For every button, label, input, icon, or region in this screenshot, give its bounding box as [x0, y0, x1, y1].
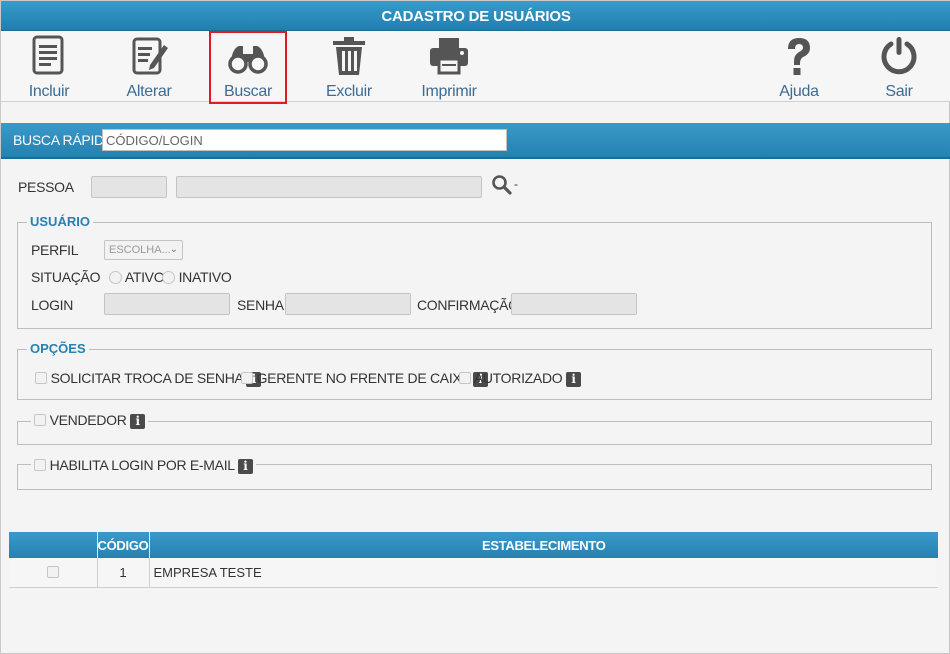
- codigo-column-header: CÓDIGO: [97, 532, 150, 558]
- gerente-caixa-option[interactable]: GERENTE NO FRENTE DE CAIXA i: [241, 370, 489, 387]
- trash-icon: [333, 37, 365, 75]
- autorizado-label: AUTORIZADO: [473, 370, 563, 386]
- vendedor-option[interactable]: VENDEDOR i: [31, 412, 149, 429]
- search-icon[interactable]: [491, 174, 513, 196]
- gerente-caixa-label: GERENTE NO FRENTE DE CAIXA: [256, 370, 470, 386]
- solicitar-troca-option[interactable]: SOLICITAR TROCA DE SENHA i: [35, 370, 262, 387]
- pessoa-name-field[interactable]: [176, 176, 482, 198]
- solicitar-troca-label: SOLICITAR TROCA DE SENHA: [50, 370, 244, 386]
- imprimir-label: Imprimir: [421, 83, 477, 100]
- usuario-legend: USUÁRIO: [27, 214, 93, 229]
- senha-label: SENHA: [237, 297, 284, 313]
- login-label: LOGIN: [31, 297, 74, 313]
- codigo-cell: 1: [97, 558, 150, 588]
- incluir-button[interactable]: Incluir: [19, 31, 79, 102]
- row-checkbox[interactable]: [46, 565, 59, 578]
- help-icon: [788, 38, 810, 75]
- edit-document-icon: [132, 37, 168, 75]
- perfil-label: PERFIL: [31, 242, 79, 258]
- situacao-ativo-option[interactable]: ATIVO: [109, 269, 165, 285]
- pessoa-code-field[interactable]: [91, 176, 167, 198]
- confirmacao-field[interactable]: [511, 293, 637, 315]
- vendedor-label: VENDEDOR: [49, 412, 127, 428]
- email-login-checkbox[interactable]: [34, 459, 46, 471]
- opcoes-legend: OPÇÕES: [27, 341, 89, 356]
- info-icon[interactable]: i: [130, 414, 146, 429]
- select-column-header: [9, 532, 98, 558]
- alterar-label: Alterar: [126, 83, 172, 100]
- chevron-down-icon: ⌄: [169, 244, 178, 255]
- email-login-option[interactable]: HABILITA LOGIN POR E-MAIL i: [31, 457, 256, 474]
- confirmacao-label: CONFIRMAÇÃO: [417, 297, 519, 313]
- power-icon: [881, 37, 917, 75]
- ajuda-button[interactable]: Ajuda: [769, 31, 829, 102]
- buscar-label: Buscar: [224, 83, 272, 100]
- buscar-button[interactable]: Buscar: [209, 31, 287, 104]
- senha-field[interactable]: [285, 293, 411, 315]
- vendedor-section: [17, 421, 932, 445]
- perfil-select[interactable]: ESCOLHA... ⌄: [104, 240, 183, 260]
- window-title: CADASTRO DE USUÁRIOS: [1, 1, 950, 31]
- info-icon[interactable]: i: [237, 459, 253, 474]
- estabelecimento-cell: EMPRESA TESTE: [149, 558, 938, 588]
- perfil-select-value: ESCOLHA...: [109, 244, 171, 256]
- sair-label: Sair: [885, 83, 913, 100]
- alterar-button[interactable]: Alterar: [119, 31, 179, 102]
- toolbar: Incluir Alterar Buscar Excluir Imprimir …: [1, 31, 950, 104]
- situacao-label: SITUAÇÃO: [31, 269, 101, 285]
- email-login-label: HABILITA LOGIN POR E-MAIL: [49, 457, 235, 473]
- app-window: CADASTRO DE USUÁRIOS Incluir Alterar Bus…: [0, 0, 950, 654]
- sair-button[interactable]: Sair: [869, 31, 929, 102]
- autorizado-checkbox[interactable]: [459, 372, 471, 384]
- row-select-cell[interactable]: [9, 558, 98, 588]
- binoculars-icon: [228, 46, 268, 74]
- incluir-label: Incluir: [28, 83, 70, 100]
- autorizado-option[interactable]: AUTORIZADO i: [459, 370, 581, 387]
- quick-search-label: BUSCA RÁPIDA: [13, 132, 113, 148]
- pessoa-separator: -: [514, 177, 518, 191]
- quick-search-input[interactable]: [102, 129, 507, 151]
- ativo-radio[interactable]: [109, 271, 122, 284]
- vendedor-checkbox[interactable]: [34, 414, 46, 426]
- solicitar-troca-checkbox[interactable]: [35, 372, 47, 384]
- inativo-radio[interactable]: [162, 271, 175, 284]
- quick-search-bar: BUSCA RÁPIDA: [1, 123, 950, 159]
- table-row[interactable]: 1 EMPRESA TESTE: [9, 558, 938, 588]
- document-add-icon: [32, 35, 64, 75]
- printer-icon: [430, 38, 468, 75]
- ajuda-label: Ajuda: [779, 83, 819, 100]
- pessoa-label: PESSOA: [18, 179, 74, 195]
- estabelecimento-column-header: ESTABELECIMENTO: [149, 532, 938, 558]
- excluir-button[interactable]: Excluir: [319, 31, 379, 102]
- info-icon[interactable]: i: [565, 372, 581, 387]
- login-field[interactable]: [104, 293, 230, 315]
- gerente-caixa-checkbox[interactable]: [241, 372, 253, 384]
- imprimir-button[interactable]: Imprimir: [415, 31, 483, 102]
- establishments-table: CÓDIGO ESTABELECIMENTO 1 EMPRESA TESTE: [9, 532, 938, 588]
- excluir-label: Excluir: [326, 83, 372, 100]
- ativo-label: ATIVO: [124, 269, 165, 285]
- inativo-label: INATIVO: [178, 269, 232, 285]
- situacao-inativo-option[interactable]: INATIVO: [162, 269, 232, 285]
